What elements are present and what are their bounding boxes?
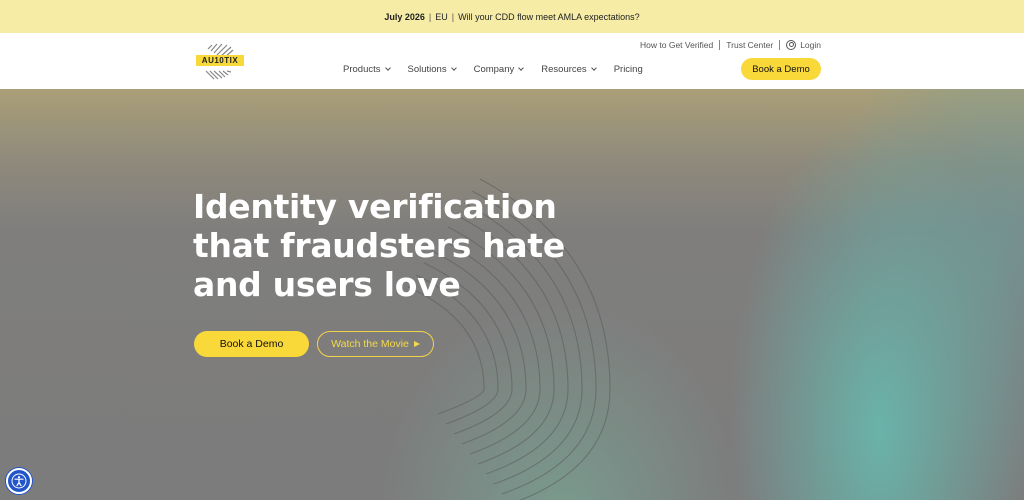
announcement-bar[interactable]: July 2026 | EU | Will your CDD flow meet… [0,0,1024,33]
utility-links: How to Get Verified Trust Center Login [640,40,821,50]
chevron-down-icon [518,65,525,71]
how-to-get-verified-link[interactable]: How to Get Verified [640,40,713,50]
announcement-date: July 2026 [384,11,425,22]
nav-item-label: Pricing [613,64,643,75]
accessibility-icon [11,473,27,489]
nav-item-label: Products [343,64,381,75]
play-icon [413,341,420,347]
trust-center-link[interactable]: Trust Center [726,40,773,50]
hero-book-demo-button[interactable]: Book a Demo [194,331,309,357]
chevron-down-icon [590,65,597,71]
chevron-down-icon [450,65,457,71]
nav-item-resources[interactable]: Resources [541,64,597,75]
au10tix-logo[interactable]: AU10TIX [194,41,246,81]
login-link[interactable]: Login [786,40,821,50]
utility-divider [719,40,721,50]
logo-wordmark: AU10TIX [196,55,244,66]
nav-item-solutions[interactable]: Solutions [407,64,457,75]
announcement-separator: | [451,11,455,22]
nav-item-label: Company [473,64,515,75]
nav-item-label: Solutions [407,64,447,75]
nav-item-label: Resources [541,64,587,75]
announcement-separator: | [428,11,432,22]
nav-item-pricing[interactable]: Pricing [614,64,643,75]
main-nav: Products Solutions Company Resources Pri… [343,64,643,75]
headline-line: and users love [193,265,461,304]
nav-item-products[interactable]: Products [343,64,391,75]
watch-movie-button[interactable]: Watch the Movie [317,331,434,357]
book-demo-button[interactable]: Book a Demo [741,58,821,80]
user-icon [786,40,797,50]
login-label: Login [800,40,821,50]
hero-section: Identity verification that fraudsters ha… [0,89,1024,500]
headline-line: Identity verification [193,187,557,226]
watch-movie-label: Watch the Movie [331,338,409,350]
accessibility-button[interactable] [6,468,32,494]
hero-headline: Identity verification that fraudsters ha… [193,187,573,304]
utility-divider [779,40,781,50]
headline-line: that fraudsters hate [193,226,565,265]
announcement-region: EU [435,11,448,22]
chevron-down-icon [384,65,391,71]
nav-item-company[interactable]: Company [473,64,525,75]
site-header: AU10TIX How to Get Verified Trust Center… [0,33,1024,89]
announcement-message[interactable]: Will your CDD flow meet AMLA expectation… [458,12,640,22]
